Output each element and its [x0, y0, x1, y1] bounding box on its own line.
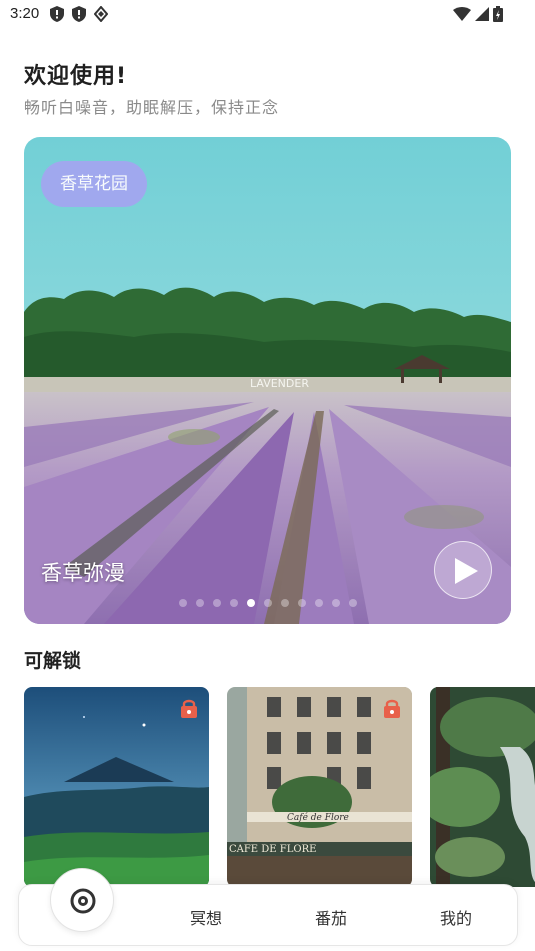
carousel-dot[interactable]	[196, 599, 204, 607]
scene-card-mountain[interactable]	[24, 687, 209, 887]
carousel-dot[interactable]	[332, 599, 340, 607]
scene-category-tag[interactable]: 香草花园	[41, 161, 147, 207]
cafe-sign-text: Café de Flore	[287, 812, 349, 823]
carousel-dot[interactable]	[298, 599, 306, 607]
scene-card-forest[interactable]	[430, 687, 535, 887]
carousel-dot[interactable]	[315, 599, 323, 607]
unlockable-scenes-list[interactable]: Café de Flore CAFE DE FLORE	[24, 687, 535, 887]
lock-icon	[384, 699, 400, 718]
nav-item-profile[interactable]: 我的	[440, 905, 472, 929]
lock-icon	[181, 699, 197, 718]
carousel-dot[interactable]	[179, 599, 187, 607]
carousel-dot[interactable]	[281, 599, 289, 607]
play-button[interactable]	[434, 541, 492, 599]
play-icon	[455, 558, 478, 584]
carousel-dot[interactable]	[213, 599, 221, 607]
signal-icon	[475, 7, 489, 21]
status-bar: 3:20	[0, 0, 535, 30]
carousel-dot[interactable]	[349, 599, 357, 607]
carousel-indicator	[179, 599, 357, 607]
unlockable-section-title: 可解锁	[24, 650, 82, 672]
lavender-sign-text: LAVENDER	[250, 377, 309, 390]
carousel-dot[interactable]	[264, 599, 272, 607]
carousel-dot[interactable]	[230, 599, 238, 607]
vinyl-record-icon	[70, 888, 96, 914]
status-system-icons	[453, 6, 503, 22]
battery-icon	[493, 6, 503, 22]
lavender-field-image: LAVENDER	[24, 137, 511, 624]
status-notification-icons	[50, 6, 108, 22]
carousel-dot-active[interactable]	[247, 599, 255, 607]
shield-icon	[72, 6, 86, 22]
nav-item-pomodoro[interactable]: 番茄	[315, 905, 347, 929]
scene-title: 香草弥漫	[41, 561, 125, 585]
scene-card-cafe[interactable]: Café de Flore CAFE DE FLORE	[227, 687, 412, 887]
wifi-icon	[453, 7, 471, 21]
shield-icon	[50, 6, 64, 22]
bottom-navigation: 冥想 番茄 我的	[18, 868, 518, 946]
welcome-subtitle: 畅听白噪音，助眠解压，保持正念	[24, 98, 280, 117]
status-time: 3:20	[10, 5, 40, 22]
forest-stream-image	[430, 687, 535, 887]
app-notification-icon	[94, 6, 108, 22]
cafe-awning-text: CAFE DE FLORE	[229, 844, 316, 855]
nav-home-button[interactable]	[50, 868, 114, 932]
welcome-title: 欢迎使用!	[24, 64, 128, 89]
featured-scene-card[interactable]: LAVENDER 香草花园 香草弥漫	[24, 137, 511, 624]
nav-item-meditation[interactable]: 冥想	[190, 905, 222, 929]
